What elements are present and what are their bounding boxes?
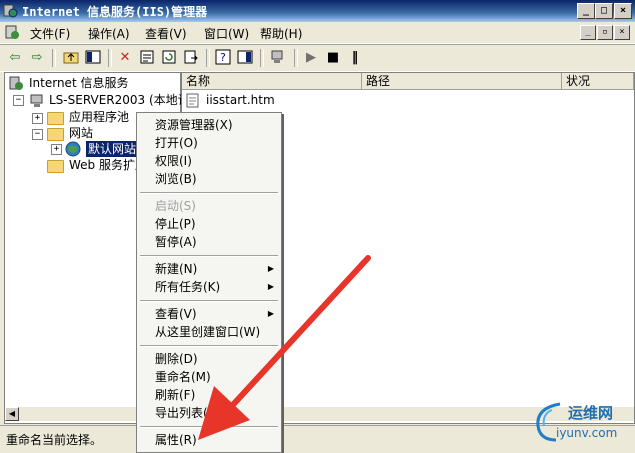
column-header-name[interactable]: 名称 [182,73,362,90]
server-icon [30,94,43,107]
help-icon[interactable]: ? [214,49,232,67]
ctx-explore[interactable]: 资源管理器(X) [138,116,280,134]
show-hide-tree-icon[interactable] [84,49,102,67]
mdi-restore-button[interactable]: ▫ [597,25,613,40]
maximize-button[interactable]: □ [595,3,613,19]
ctx-permissions[interactable]: 权限(I) [138,152,280,170]
mmc-icon [5,25,19,39]
export-list-icon[interactable] [182,49,200,67]
menu-action[interactable]: 操作(A) [88,25,130,42]
minimize-button[interactable]: _ [577,3,595,19]
tree-label-app-pools: 应用程序池 [69,110,130,124]
expand-server-icon[interactable]: − [13,95,24,106]
scroll-left-icon[interactable]: ◀ [5,407,19,421]
menu-help[interactable]: 帮助(H) [260,25,302,42]
ctx-pause[interactable]: 暂停(A) [138,233,280,251]
folder-icon [47,128,64,141]
ctx-open[interactable]: 打开(O) [138,134,280,152]
back-arrow-icon[interactable]: ⇦ [6,49,24,67]
stop-icon[interactable]: ■ [324,49,342,67]
expand-websites-icon[interactable]: − [32,129,43,140]
column-header-path[interactable]: 路径 [362,73,562,90]
folder-icon [47,112,64,125]
annotation-arrow-icon [198,255,371,440]
status-text: 重命名当前选择。 [6,433,103,447]
toolbar: ⇦ ⇨ ✕ ? ▶ ■ ‖ [0,44,635,72]
window-title: Internet 信息服务(IIS)管理器 [22,5,208,19]
list-item-name: iisstart.htm [206,93,275,107]
refresh-icon[interactable] [160,49,178,67]
close-button[interactable]: × [614,3,632,19]
watermark-logo: 运维网 iyunv.com [530,396,632,448]
iis-app-icon [3,4,18,18]
globe-icon [65,141,81,157]
ctx-stop[interactable]: 停止(P) [138,215,280,233]
tree-label-default-site: 默认网站 [86,141,139,157]
watermark-text: 运维网 [568,404,614,422]
iis-root-icon [9,76,23,90]
pause-icon[interactable]: ‖ [346,49,364,67]
column-header-status[interactable]: 状况 [562,73,634,90]
mdi-close-button[interactable]: × [614,25,630,40]
folder-icon [47,160,64,173]
tree-label-root: Internet 信息服务 [29,76,129,90]
watermark-url: iyunv.com [556,426,618,440]
expand-default-site-icon[interactable]: + [51,144,62,155]
delete-icon[interactable]: ✕ [116,49,134,67]
menu-file[interactable]: 文件(F) [30,25,70,42]
properties-icon[interactable] [138,49,156,67]
menu-bar: 文件(F) 操作(A) 查看(V) 窗口(W) 帮助(H) [0,22,635,44]
title-bar[interactable]: Internet 信息服务(IIS)管理器 _ □ × [0,0,635,22]
mdi-minimize-button[interactable]: _ [580,25,596,40]
computer-icon[interactable] [268,49,286,67]
ctx-start[interactable]: 启动(S) [138,197,280,215]
menu-window[interactable]: 窗口(W) [204,25,249,42]
start-icon[interactable]: ▶ [302,49,320,67]
tree-label-websites: 网站 [69,126,94,140]
document-icon [186,93,199,108]
menu-view[interactable]: 查看(V) [145,25,187,42]
svg-text:?: ? [220,51,226,64]
ctx-browse[interactable]: 浏览(B) [138,170,280,188]
expand-app-pools-icon[interactable]: + [32,113,43,124]
up-folder-icon[interactable] [62,49,80,67]
show-hide-action-pane-icon[interactable] [236,49,254,67]
forward-arrow-icon[interactable]: ⇨ [28,49,46,67]
